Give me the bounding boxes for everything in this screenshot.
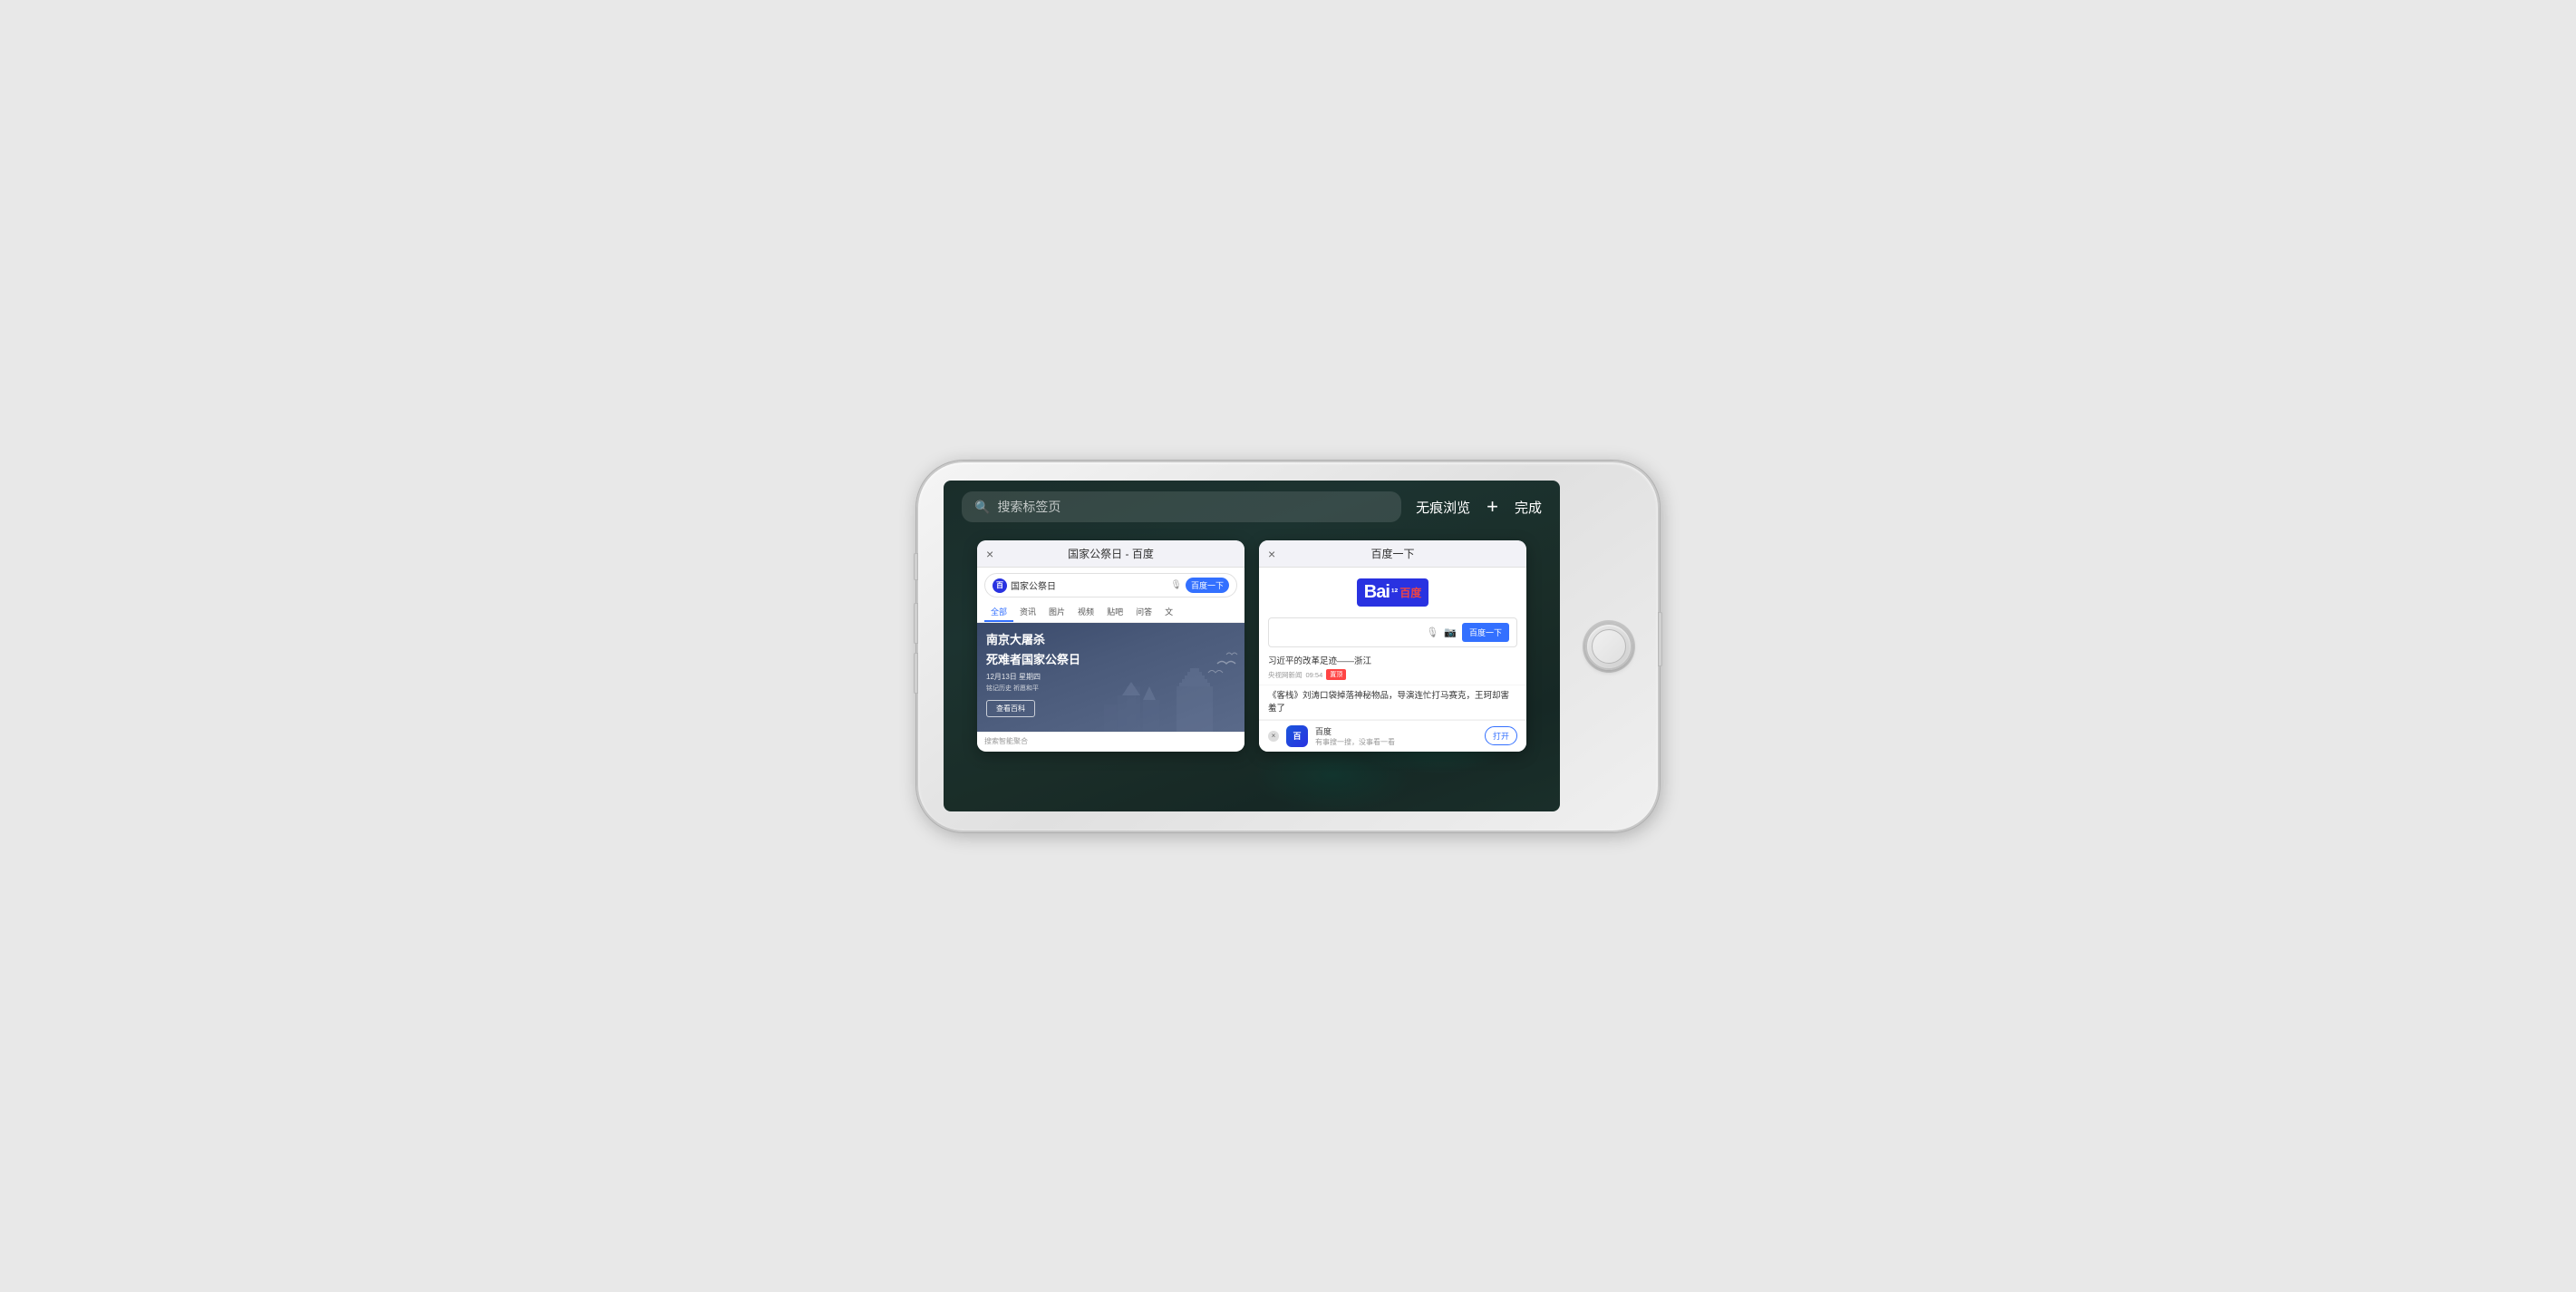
tab-card-2[interactable]: × 百度一下 Bai ¹² 百度 🎙: [1259, 540, 1526, 752]
banner-sub: 铭记历史 祈愿和平: [986, 684, 1080, 693]
volume-down-button[interactable]: [914, 653, 918, 694]
tab2-camera-icon: 📷: [1444, 627, 1457, 638]
baidu-logo-superscript: ¹²: [1391, 588, 1398, 598]
baidu-paw-icon: 百: [993, 578, 1007, 593]
tab2-search-bar[interactable]: 🎙 📷 百度一下: [1268, 617, 1517, 647]
top-bar-actions: 无痕浏览 + 完成: [1416, 495, 1542, 519]
baidu-cn-text: 百度: [1399, 585, 1421, 600]
banner-title-line2: 死难者国家公祭日: [986, 652, 1080, 668]
news1-time: 09:54: [1306, 671, 1323, 679]
news-item-2[interactable]: 《客栈》刘涛口袋掉落神秘物品，导演连忙打马赛克，王珂却害羞了: [1259, 685, 1526, 720]
banner-date: 12月13日 星期四: [986, 672, 1080, 682]
news2-title: 《客栈》刘涛口袋掉落神秘物品，导演连忙打马赛克，王珂却害羞了: [1268, 690, 1517, 714]
volume-up-button[interactable]: [914, 603, 918, 644]
news1-tag: 置顶: [1326, 669, 1346, 680]
app-name: 百度: [1315, 725, 1477, 737]
news1-title: 习近平的改革足迹——浙江: [1268, 656, 1517, 667]
tab1-content: 百 国家公祭日 🎙 百度一下 全部 资讯 图片 视频 贴吧 问答: [977, 573, 1244, 750]
tab1-footer: 搜索智能聚合: [977, 732, 1244, 750]
tab1-search-bar[interactable]: 百 国家公祭日 🎙 百度一下: [984, 573, 1237, 597]
power-button[interactable]: [1658, 612, 1662, 666]
tab-search-box[interactable]: 🔍 搜索标签页: [962, 491, 1401, 522]
silent-button[interactable]: [914, 553, 918, 580]
app-promo-close-button[interactable]: ×: [1268, 731, 1279, 742]
news-item-1[interactable]: 习近平的改革足迹——浙江 央视网新闻 09:54 置顶: [1259, 651, 1526, 685]
tab-card-1[interactable]: × 国家公祭日 - 百度 百 国家公祭日 🎙 百度一下: [977, 540, 1244, 752]
baidu-logo-text: Bai: [1364, 582, 1390, 603]
tab1-title: 国家公祭日 - 百度: [1068, 546, 1154, 561]
banner-baike-button[interactable]: 查看百科: [986, 700, 1035, 717]
nav-item-images[interactable]: 图片: [1042, 603, 1071, 622]
nav-item-tieba[interactable]: 贴吧: [1100, 603, 1129, 622]
banner-text: 南京大屠杀 死难者国家公祭日 12月13日 星期四 铭记历史 祈愿和平 查看百科: [986, 632, 1080, 717]
app-promo: × 百 百度 有事搜一搜，没事看一看 打开: [1259, 720, 1526, 752]
incognito-button[interactable]: 无痕浏览: [1416, 498, 1470, 517]
baidu-logo: Bai ¹² 百度: [1357, 578, 1428, 607]
search-icon: 🔍: [974, 500, 990, 515]
tab2-baidu-button[interactable]: 百度一下: [1462, 623, 1509, 642]
tab1-baidu-button[interactable]: 百度一下: [1186, 578, 1229, 593]
news1-source-row: 央视网新闻 09:54 置顶: [1268, 669, 1517, 680]
home-button[interactable]: [1585, 623, 1632, 670]
news1-source-name: 央视网新闻: [1268, 670, 1303, 680]
app-info: 百度 有事搜一搜，没事看一看: [1315, 725, 1477, 747]
new-tab-button[interactable]: +: [1487, 495, 1498, 519]
phone-screen: 🔍 搜索标签页 无痕浏览 + 完成 × 国家公祭日 - 百度: [944, 481, 1560, 811]
top-bar: 🔍 搜索标签页 无痕浏览 + 完成: [944, 481, 1560, 533]
tab1-search-text: 国家公祭日: [1011, 578, 1167, 592]
nav-item-video[interactable]: 视频: [1071, 603, 1100, 622]
tab1-banner: 南京大屠杀 死难者国家公祭日 12月13日 星期四 铭记历史 祈愿和平 查看百科: [977, 623, 1244, 732]
mic-icon: 🎙: [1170, 580, 1182, 590]
nav-item-all[interactable]: 全部: [984, 603, 1013, 622]
tab1-nav: 全部 资讯 图片 视频 贴吧 问答 文: [977, 603, 1244, 623]
tabs-grid: × 国家公祭日 - 百度 百 国家公祭日 🎙 百度一下: [944, 533, 1560, 759]
baidu-logo-area: Bai ¹² 百度: [1259, 568, 1526, 614]
nav-item-qa[interactable]: 问答: [1129, 603, 1158, 622]
city-silhouette-icon: [1099, 650, 1244, 732]
home-button-inner: [1592, 629, 1626, 664]
banner-title-line1: 南京大屠杀: [986, 632, 1080, 648]
baidu-app-icon: 百: [1286, 725, 1308, 747]
tab2-close-button[interactable]: ×: [1268, 547, 1275, 561]
nav-item-news[interactable]: 资讯: [1013, 603, 1042, 622]
open-app-button[interactable]: 打开: [1485, 726, 1517, 745]
tab2-header: × 百度一下: [1259, 540, 1526, 568]
phone-device: 🔍 搜索标签页 无痕浏览 + 完成 × 国家公祭日 - 百度: [916, 461, 1660, 832]
search-placeholder-text: 搜索标签页: [997, 498, 1060, 516]
tab2-content: Bai ¹² 百度 🎙 📷 百度一下 习近平的改革足迹——浙: [1259, 568, 1526, 752]
tab1-header: × 国家公祭日 - 百度: [977, 540, 1244, 568]
tab2-title: 百度一下: [1370, 546, 1414, 561]
tab2-mic-icon: 🎙: [1426, 627, 1438, 638]
nav-item-more[interactable]: 文: [1158, 603, 1179, 622]
done-button[interactable]: 完成: [1515, 498, 1542, 517]
app-desc: 有事搜一搜，没事看一看: [1315, 737, 1477, 747]
tab1-close-button[interactable]: ×: [986, 547, 993, 561]
